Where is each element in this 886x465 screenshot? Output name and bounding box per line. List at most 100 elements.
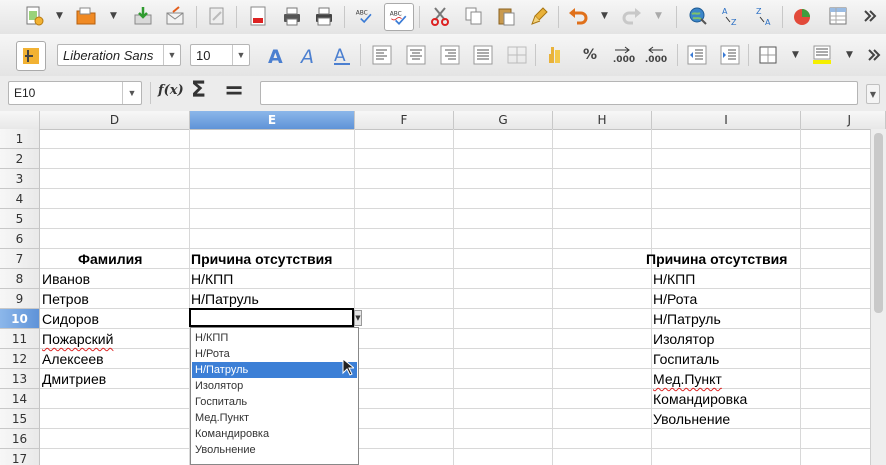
cell-e9[interactable]: Н/Патруль bbox=[191, 289, 259, 309]
remove-decimal-icon[interactable]: .000 bbox=[642, 43, 670, 67]
cell-d8[interactable]: Иванов bbox=[42, 269, 90, 289]
dropdown-item[interactable]: Увольнение bbox=[192, 442, 357, 458]
row-header-4[interactable]: 4 bbox=[0, 189, 40, 209]
merge-cells-icon[interactable] bbox=[505, 43, 529, 67]
align-center-icon[interactable] bbox=[404, 43, 428, 67]
row-header-8[interactable]: 8 bbox=[0, 269, 40, 289]
more-tools-chevron-icon[interactable] bbox=[858, 4, 882, 28]
row-header-5[interactable]: 5 bbox=[0, 209, 40, 229]
borders-icon[interactable] bbox=[756, 43, 780, 67]
cell-i14[interactable]: Командировка bbox=[653, 389, 747, 409]
column-header-i[interactable]: I bbox=[652, 111, 801, 129]
navigator-icon[interactable] bbox=[686, 4, 710, 28]
background-color-icon[interactable] bbox=[810, 43, 834, 67]
active-cell-e10[interactable] bbox=[189, 308, 354, 327]
expand-formula-bar-icon[interactable]: ▼ bbox=[866, 84, 880, 104]
export-pdf-icon[interactable] bbox=[246, 4, 270, 28]
cell-d9[interactable]: Петров bbox=[42, 289, 89, 309]
background-color-dropdown-chevron-icon[interactable]: ▼ bbox=[846, 50, 853, 60]
auto-spellcheck-icon[interactable]: ABC bbox=[384, 3, 414, 31]
italic-icon[interactable]: A bbox=[297, 43, 321, 67]
spellcheck-icon[interactable]: ABC bbox=[352, 4, 378, 28]
row-header-3[interactable]: 3 bbox=[0, 169, 40, 189]
font-size-select[interactable]: 10 ▼ bbox=[190, 44, 250, 66]
dropdown-item[interactable]: Н/КПП bbox=[192, 330, 357, 346]
print-icon[interactable] bbox=[280, 4, 304, 28]
row-header-15[interactable]: 15 bbox=[0, 409, 40, 429]
validity-dropdown-chevron-icon[interactable]: ▼ bbox=[354, 310, 362, 326]
cell-d10[interactable]: Сидоров bbox=[42, 309, 99, 329]
column-header-j[interactable]: J bbox=[801, 111, 886, 129]
new-dropdown-chevron-icon[interactable]: ▼ bbox=[56, 11, 63, 21]
cell-i13[interactable]: Мед.Пункт bbox=[653, 369, 722, 389]
redo-icon[interactable] bbox=[620, 4, 644, 28]
name-box[interactable]: E10 ▼ bbox=[8, 81, 142, 105]
save-icon[interactable] bbox=[131, 4, 155, 28]
clone-formatting-icon[interactable] bbox=[528, 4, 552, 28]
cell-d12[interactable]: Алексеев bbox=[42, 349, 104, 369]
formula-input[interactable] bbox=[260, 81, 858, 105]
cell-e8[interactable]: Н/КПП bbox=[191, 269, 233, 289]
add-decimal-icon[interactable]: .000 bbox=[610, 43, 638, 67]
justify-icon[interactable] bbox=[471, 43, 495, 67]
cell-i10[interactable]: Н/Патруль bbox=[653, 309, 721, 329]
row-header-14[interactable]: 14 bbox=[0, 389, 40, 409]
font-name-chevron-icon[interactable]: ▼ bbox=[163, 45, 180, 65]
row-header-6[interactable]: 6 bbox=[0, 229, 40, 249]
column-header-e[interactable]: E bbox=[190, 111, 355, 129]
dropdown-item[interactable]: Мед.Пункт bbox=[192, 410, 357, 426]
cell-d11[interactable]: Пожарский bbox=[42, 329, 113, 349]
borders-dropdown-chevron-icon[interactable]: ▼ bbox=[792, 50, 799, 60]
dropdown-item[interactable]: Н/Рота bbox=[192, 346, 357, 362]
name-box-chevron-icon[interactable]: ▼ bbox=[122, 82, 141, 104]
increase-indent-icon[interactable] bbox=[718, 43, 742, 67]
email-document-icon[interactable] bbox=[163, 4, 187, 28]
bold-icon[interactable]: A bbox=[264, 43, 288, 67]
cell-i15[interactable]: Увольнение bbox=[653, 409, 730, 429]
row-header-13[interactable]: 13 bbox=[0, 369, 40, 389]
row-header-1[interactable]: 1 bbox=[0, 129, 40, 149]
sort-ascending-icon[interactable]: AZ bbox=[718, 4, 742, 28]
underline-icon[interactable]: A bbox=[330, 43, 354, 67]
row-header-9[interactable]: 9 bbox=[0, 289, 40, 309]
cut-icon[interactable] bbox=[428, 4, 452, 28]
row-header-10[interactable]: 10 bbox=[0, 309, 40, 329]
cell-d7[interactable]: Фамилия bbox=[78, 249, 142, 269]
undo-icon[interactable] bbox=[566, 4, 590, 28]
cell-i7[interactable]: Причина отсутствия bbox=[646, 249, 787, 269]
redo-dropdown-chevron-icon[interactable]: ▼ bbox=[655, 11, 662, 21]
cell-e7[interactable]: Причина отсутствия bbox=[191, 249, 332, 269]
align-right-icon[interactable] bbox=[438, 43, 462, 67]
decrease-indent-icon[interactable] bbox=[685, 43, 709, 67]
paste-icon[interactable] bbox=[494, 4, 518, 28]
cell-i12[interactable]: Госпиталь bbox=[653, 349, 719, 369]
dropdown-item[interactable]: Н/Патруль bbox=[192, 362, 357, 378]
row-header-2[interactable]: 2 bbox=[0, 149, 40, 169]
styles-formatting-icon[interactable] bbox=[16, 41, 46, 71]
row-header-11[interactable]: 11 bbox=[0, 329, 40, 349]
function-wizard-icon[interactable]: f(x) bbox=[158, 83, 184, 98]
cell-i9[interactable]: Н/Рота bbox=[653, 289, 697, 309]
open-folder-icon[interactable] bbox=[74, 4, 98, 28]
edit-file-icon[interactable] bbox=[205, 4, 229, 28]
font-size-chevron-icon[interactable]: ▼ bbox=[232, 45, 249, 65]
row-header-16[interactable]: 16 bbox=[0, 429, 40, 449]
percent-format-icon[interactable]: % bbox=[578, 43, 602, 67]
more-format-chevron-icon[interactable] bbox=[862, 43, 886, 67]
open-dropdown-chevron-icon[interactable]: ▼ bbox=[110, 11, 117, 21]
column-header-g[interactable]: G bbox=[454, 111, 553, 129]
row-header-17[interactable]: 17 bbox=[0, 449, 40, 465]
column-header-h[interactable]: H bbox=[553, 111, 652, 129]
cell-i11[interactable]: Изолятор bbox=[653, 329, 714, 349]
new-document-icon[interactable] bbox=[22, 4, 46, 28]
formula-equals-icon[interactable]: = bbox=[224, 76, 244, 104]
cell-i8[interactable]: Н/КПП bbox=[653, 269, 695, 289]
insert-chart-icon[interactable] bbox=[790, 4, 814, 28]
row-header-12[interactable]: 12 bbox=[0, 349, 40, 369]
currency-format-icon[interactable] bbox=[544, 43, 568, 67]
undo-dropdown-chevron-icon[interactable]: ▼ bbox=[601, 11, 608, 21]
copy-icon[interactable] bbox=[462, 4, 486, 28]
sum-icon[interactable]: Σ bbox=[191, 78, 206, 103]
column-header-f[interactable]: F bbox=[355, 111, 454, 129]
column-header-d[interactable]: D bbox=[40, 111, 190, 129]
